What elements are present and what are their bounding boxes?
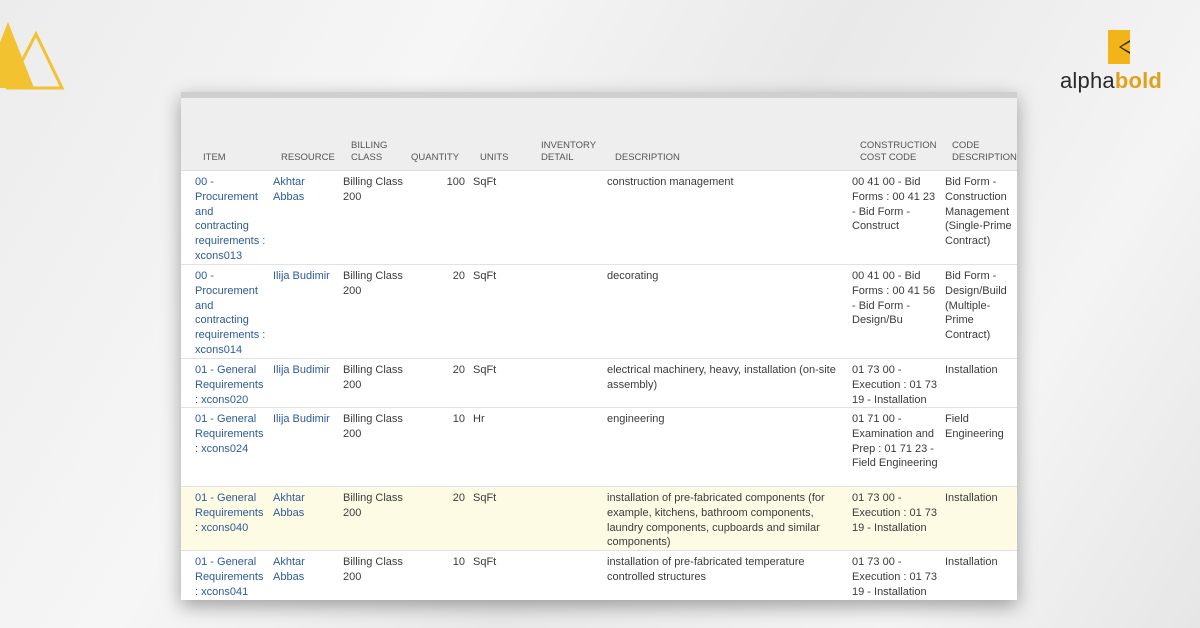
item-link[interactable]: 01 - General Requirements : xcons020 xyxy=(195,363,269,407)
billing-class-cell: Billing Class 200 xyxy=(343,492,403,519)
code-description-cell: Bid Form - Design/Build (Multiple-Prime … xyxy=(945,270,1007,342)
col-header-units[interactable]: UNITS xyxy=(480,152,520,164)
quantity-cell: 100 xyxy=(446,176,465,188)
billing-class-cell: Billing Class 200 xyxy=(343,176,403,203)
table-row[interactable]: 01 - General Requirements : xcons024 Ili… xyxy=(181,408,1017,487)
units-cell: SqFt xyxy=(473,176,497,188)
item-link[interactable]: 01 - General Requirements : xcons024 xyxy=(195,412,269,456)
description-cell: engineering xyxy=(607,413,665,425)
col-header-construction-cost-code[interactable]: CONSTRUCTION COST CODE xyxy=(860,140,940,164)
table-row[interactable]: 00 - Procurement and contracting require… xyxy=(181,171,1017,265)
construction-cost-code-cell: 01 73 00 - Execution : 01 73 19 - Instal… xyxy=(852,556,938,598)
construction-cost-code-cell: 00 41 00 - Bid Forms : 00 41 56 - Bid Fo… xyxy=(852,270,936,327)
billing-class-cell: Billing Class 200 xyxy=(343,364,403,391)
brand-name: alphabold xyxy=(1060,68,1162,94)
quantity-cell: 20 xyxy=(452,492,465,504)
construction-cost-code-cell: 01 73 00 - Execution : 01 73 19 - Instal… xyxy=(852,364,938,406)
description-cell: construction management xyxy=(607,176,734,188)
construction-cost-code-cell: 00 41 00 - Bid Forms : 00 41 23 - Bid Fo… xyxy=(852,176,936,233)
col-header-billing-class[interactable]: BILLING CLASS xyxy=(351,140,395,164)
resource-link[interactable]: Ilija Budimir xyxy=(273,412,337,427)
col-header-item[interactable]: ITEM xyxy=(203,152,263,164)
decorative-triangles xyxy=(0,22,65,90)
units-cell: SqFt xyxy=(473,492,497,504)
brand-logo: alphabold xyxy=(1060,28,1180,98)
table-header: ITEM RESOURCE BILLING CLASS QUANTITY UNI… xyxy=(181,98,1017,171)
table-row[interactable]: 00 - Procurement and contracting require… xyxy=(181,265,1017,359)
item-link[interactable]: 01 - General Requirements : xcons041 xyxy=(195,555,269,599)
quantity-cell: 20 xyxy=(452,364,465,376)
resource-link[interactable]: Ilija Budimir xyxy=(273,363,337,378)
col-header-code-description[interactable]: CODE DESCRIPTION xyxy=(952,140,1017,164)
billing-class-cell: Billing Class 200 xyxy=(343,413,403,440)
brand-name-bold: bold xyxy=(1114,68,1163,93)
description-cell: installation of pre-fabricated component… xyxy=(607,492,825,549)
billing-class-cell: Billing Class 200 xyxy=(343,270,403,297)
item-link[interactable]: 00 - Procurement and contracting require… xyxy=(195,175,269,264)
col-header-resource[interactable]: RESOURCE xyxy=(281,152,341,164)
construction-cost-code-cell: 01 73 00 - Execution : 01 73 19 - Instal… xyxy=(852,492,938,534)
quantity-cell: 20 xyxy=(452,270,465,282)
resource-link[interactable]: Ilija Budimir xyxy=(273,269,337,284)
brand-mark-icon xyxy=(1108,30,1130,64)
col-header-quantity[interactable]: QUANTITY xyxy=(411,152,471,164)
units-cell: SqFt xyxy=(473,556,497,568)
resource-link[interactable]: Akhtar Abbas xyxy=(273,555,337,585)
code-description-cell: Bid Form - Construction Management (Sing… xyxy=(945,176,1012,248)
col-header-inventory-detail[interactable]: INVENTORY DETAIL xyxy=(541,140,603,164)
description-cell: electrical machinery, heavy, installatio… xyxy=(607,364,836,391)
col-header-description[interactable]: DESCRIPTION xyxy=(615,152,705,164)
construction-cost-code-cell: 01 71 00 - Examination and Prep : 01 71 … xyxy=(852,413,938,470)
quantity-cell: 10 xyxy=(452,556,465,568)
code-description-cell: Installation xyxy=(945,492,998,504)
resource-link[interactable]: Akhtar Abbas xyxy=(273,175,337,205)
table-row[interactable]: 01 - General Requirements : xcons020 Ili… xyxy=(181,359,1017,408)
table-row-highlighted[interactable]: 01 - General Requirements : xcons040 Akh… xyxy=(181,487,1017,551)
table-row[interactable]: 01 - General Requirements : xcons041 Akh… xyxy=(181,551,1017,600)
units-cell: Hr xyxy=(473,413,485,425)
code-description-cell: Installation xyxy=(945,364,998,376)
screenshot-panel: ITEM RESOURCE BILLING CLASS QUANTITY UNI… xyxy=(181,92,1017,600)
quantity-cell: 10 xyxy=(452,413,465,425)
code-description-cell: Field Engineering xyxy=(945,413,1004,440)
item-link[interactable]: 01 - General Requirements : xcons040 xyxy=(195,491,269,535)
resource-link[interactable]: Akhtar Abbas xyxy=(273,491,337,521)
units-cell: SqFt xyxy=(473,364,497,376)
brand-name-light: alpha xyxy=(1060,68,1115,93)
item-link[interactable]: 00 - Procurement and contracting require… xyxy=(195,269,269,358)
description-cell: installation of pre-fabricated temperatu… xyxy=(607,556,805,583)
units-cell: SqFt xyxy=(473,270,497,282)
billing-class-cell: Billing Class 200 xyxy=(343,556,403,583)
code-description-cell: Installation xyxy=(945,556,998,568)
description-cell: decorating xyxy=(607,270,659,282)
